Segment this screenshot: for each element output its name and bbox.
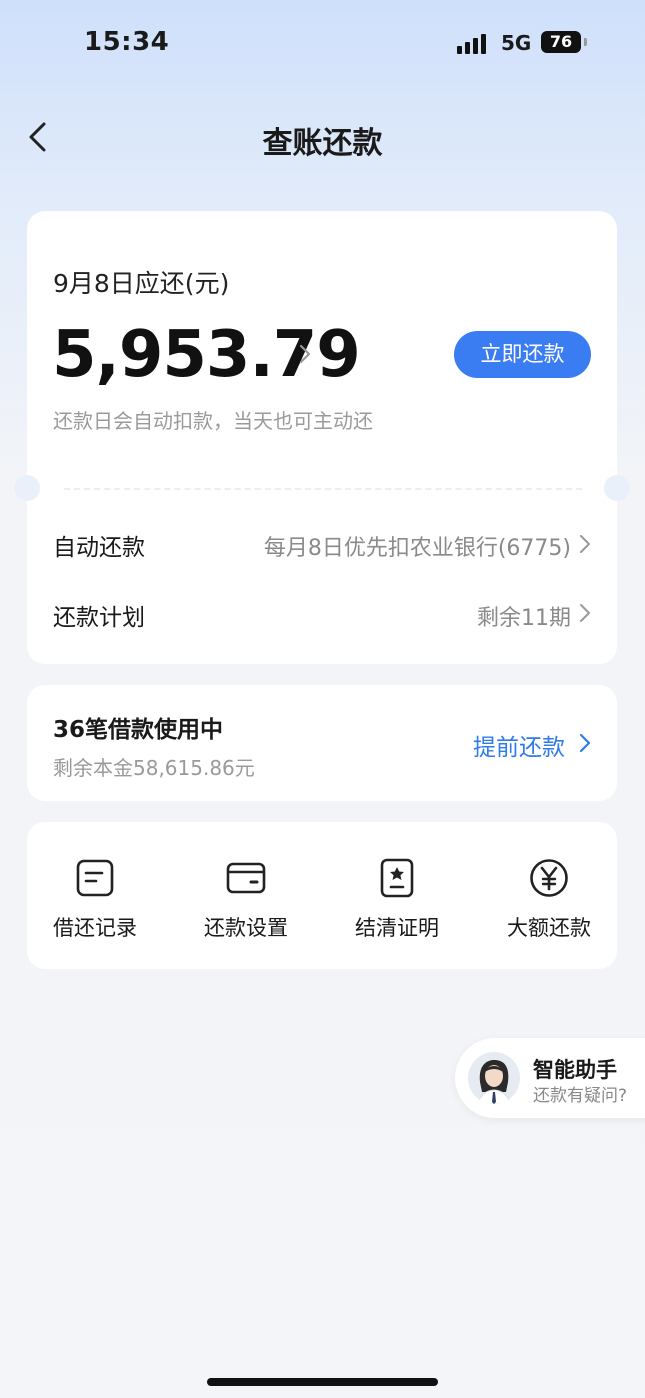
- chevron-right-icon[interactable]: [578, 602, 592, 624]
- action-records[interactable]: 借还记录: [30, 858, 160, 942]
- signal-icon: [457, 32, 493, 54]
- divider: [64, 488, 582, 490]
- action-settings[interactable]: 还款设置: [181, 858, 311, 942]
- auto-repay-label[interactable]: 自动还款: [53, 528, 145, 562]
- pay-now-button[interactable]: 立即还款: [454, 331, 591, 378]
- certificate-icon: [380, 858, 414, 898]
- home-indicator[interactable]: [207, 1378, 438, 1386]
- chevron-right-icon[interactable]: [297, 342, 313, 366]
- auto-debit-hint: 还款日会自动扣款，当天也可主动还: [53, 409, 373, 433]
- network-type: 5G: [501, 31, 532, 55]
- due-amount[interactable]: 5,953.79: [52, 318, 361, 392]
- action-label: 还款设置: [204, 916, 288, 940]
- action-label: 大额还款: [507, 916, 591, 940]
- yen-icon: [530, 859, 568, 897]
- prepay-link[interactable]: 提前还款: [473, 728, 565, 762]
- assistant-title: 智能助手: [533, 1058, 617, 1082]
- repay-plan-value[interactable]: 剩余11期: [477, 600, 571, 632]
- status-time: 15:34: [84, 27, 170, 57]
- battery-icon: 76: [541, 31, 581, 53]
- assistant-avatar[interactable]: [468, 1052, 520, 1104]
- remaining-principal: 剩余本金58,615.86元: [53, 756, 255, 780]
- action-label: 借还记录: [53, 916, 137, 940]
- page-title: 查账还款: [262, 126, 383, 161]
- repay-plan-label[interactable]: 还款计划: [53, 598, 145, 632]
- chevron-right-icon[interactable]: [578, 533, 592, 555]
- action-label: 结清证明: [355, 916, 439, 940]
- auto-repay-value[interactable]: 每月8日优先扣农业银行(6775): [264, 530, 571, 562]
- records-icon: [76, 859, 114, 897]
- action-large-repay[interactable]: 大额还款: [484, 858, 614, 942]
- due-date-label: 9月8日应还(元): [53, 269, 230, 298]
- wallet-icon: [226, 862, 266, 894]
- battery-tip: [584, 38, 587, 46]
- assistant-subtitle: 还款有疑问?: [533, 1086, 628, 1106]
- card-notch-left: [14, 475, 40, 501]
- card-notch-right: [604, 475, 630, 501]
- action-certificate[interactable]: 结清证明: [332, 858, 462, 942]
- loans-count: 36笔借款使用中: [53, 717, 224, 743]
- chevron-right-icon[interactable]: [578, 732, 592, 754]
